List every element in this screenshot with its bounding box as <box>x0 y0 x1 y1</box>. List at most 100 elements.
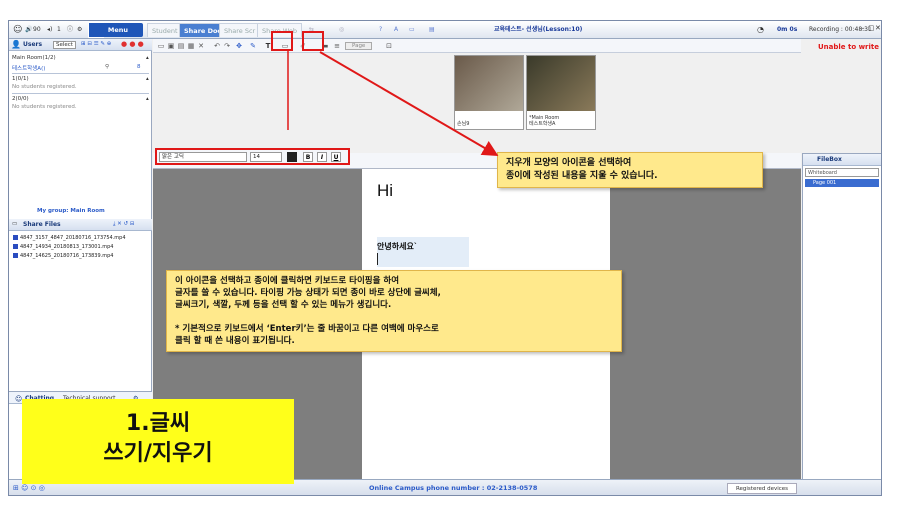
filebox-header: FileBox <box>803 154 881 166</box>
thickness-icon[interactable]: ≡ <box>333 42 341 50</box>
grid-icon[interactable]: ▦ <box>187 42 195 50</box>
undo-icon[interactable]: ↶ <box>213 42 221 50</box>
video-file-icon <box>13 244 18 249</box>
clock-icon: ◔ <box>757 25 764 34</box>
share-files-title: Share Files <box>23 221 61 228</box>
text-tool-callout: 이 아이콘을 선택하고 종이에 클릭하면 키보드로 타이핑을 하여 글자를 쓸 … <box>166 270 622 352</box>
font-size-select[interactable]: 14 <box>250 152 282 162</box>
font-family-select[interactable]: 맑은 고딕 <box>159 152 247 162</box>
font-icon[interactable]: A <box>394 24 398 36</box>
filebox-item[interactable]: Page 001 <box>805 179 879 187</box>
video-file-icon <box>13 235 18 240</box>
window-title: 교육테스트- 선생님(Lesson:10) <box>494 26 583 33</box>
share-file-tools-icon[interactable]: ⤓ ✕ ↺ ⊟ <box>113 221 135 228</box>
users-icon: 👤 <box>11 40 21 49</box>
right-panel: Unable to write FileBox Whiteboard Page … <box>801 39 881 495</box>
app-logo-icon: ☺ <box>13 25 23 35</box>
helpme-icon[interactable]: ▤ <box>429 24 435 36</box>
file-name: 4847_14625_20180716_173839.mp4 <box>20 253 114 259</box>
file-row[interactable]: 4847_3157_4847_20180716_173754.mp4 <box>13 235 126 241</box>
print-icon[interactable]: ▤ <box>177 42 185 50</box>
tab-share-scr[interactable]: Share Scr <box>219 23 261 37</box>
speaker-icon[interactable]: 🔊 <box>25 24 32 36</box>
section-label: 1.글씨 쓰기/지우기 <box>22 399 294 484</box>
speaker-count: 90 <box>33 26 41 33</box>
delete-icon[interactable]: ✕ <box>197 42 205 50</box>
greeting-text: 안녕하세요` <box>377 242 418 251</box>
text-cursor <box>377 253 378 265</box>
chevron-up-icon[interactable]: ▴ <box>146 76 149 82</box>
italic-button[interactable]: I <box>317 152 327 162</box>
title-bar: ☺ 🔊 90 ◂) 1 ⓘ ⚙ Menu Student Share Docs … <box>9 21 881 39</box>
eraser-tool-highlight <box>302 31 324 51</box>
video-file-icon <box>13 253 18 258</box>
mic-count: 1 <box>57 26 61 33</box>
filebox-select[interactable]: Whiteboard <box>805 168 879 177</box>
group-label: My group: Main Room <box>37 208 105 214</box>
share-files-icon: ▭ <box>12 221 18 227</box>
doc-icon[interactable]: ▭ <box>409 24 415 36</box>
settings-icon[interactable]: ⚙ <box>77 24 82 36</box>
user-status-icon: ⚲ <box>105 64 110 70</box>
status-dots-icon[interactable]: ● ● ● <box>121 41 144 48</box>
select-dropdown[interactable]: Select <box>53 41 76 49</box>
room-2-label[interactable]: 2(0/0) <box>12 96 29 102</box>
divider <box>12 93 149 94</box>
minimize-icon[interactable]: – <box>861 24 865 32</box>
divider <box>12 73 149 74</box>
filebox-panel: FileBox Whiteboard Page 001 <box>802 153 881 495</box>
section-label-line1: 1.글씨 <box>125 411 191 436</box>
video-tile[interactable]: *Main Room 테스트학생A <box>526 55 596 130</box>
test-icon[interactable]: ◎ <box>339 24 344 36</box>
registered-devices-button[interactable]: Registered devices <box>727 483 797 494</box>
file-row[interactable]: 4847_14625_20180716_173839.mp4 <box>13 253 113 259</box>
phone-number: Online Campus phone number : 02-2138-057… <box>369 484 538 492</box>
hi-text: Hi <box>377 181 394 200</box>
move-icon[interactable]: ✥ <box>235 42 243 50</box>
tab-student[interactable]: Student <box>147 23 183 37</box>
session-timer: 0m 0s <box>777 26 798 33</box>
redo-icon[interactable]: ↷ <box>223 42 231 50</box>
current-user-value: 8 <box>137 64 141 70</box>
video-feed <box>455 56 523 111</box>
pen-icon[interactable]: ✎ <box>249 42 257 50</box>
video-feed <box>527 56 595 111</box>
underline-button[interactable]: U <box>331 152 341 162</box>
text-tool-highlight <box>271 31 293 51</box>
users-title: Users <box>23 41 43 48</box>
file-row[interactable]: 4847_14934_20180813_173001.mp4 <box>13 244 113 250</box>
new-doc-icon[interactable]: ▭ <box>157 42 165 50</box>
help-icon[interactable]: ⓘ <box>67 24 73 36</box>
eraser-callout: 지우개 모양의 아이콘을 선택하여 종이에 작성된 내용을 지울 수 있습니다. <box>497 152 763 188</box>
page-selector[interactable]: Page <box>345 42 373 50</box>
close-icon[interactable]: ✕ <box>875 24 881 32</box>
maximize-icon[interactable]: ▢ <box>868 24 875 32</box>
text-color-button[interactable] <box>287 152 297 162</box>
room-2-note: No students registered. <box>12 104 77 110</box>
bold-button[interactable]: B <box>303 152 313 162</box>
question-icon[interactable]: ? <box>379 24 382 36</box>
menu-button[interactable]: Menu <box>93 23 143 37</box>
status-tools-icon[interactable]: ⊞ ☺ ⊙ ◎ <box>13 484 45 492</box>
write-warning: Unable to write <box>818 43 879 51</box>
doc-toolbar: ▭ ▣ ▤ ▦ ✕ ↶ ↷ ✥ ✎ T ▭ ✐ ▬ ≡ Page ⊡ <box>153 39 801 53</box>
room-1-note: No students registered. <box>12 84 77 90</box>
chevron-up-icon[interactable]: ▴ <box>146 96 149 102</box>
filebox-title: FileBox <box>817 156 842 163</box>
section-label-line2: 쓰기/지우기 <box>103 441 213 466</box>
file-name: 4847_14934_20180813_173001.mp4 <box>20 244 114 250</box>
video-label: 손님9 <box>457 121 470 127</box>
current-user[interactable]: 테스트학생A() <box>12 64 45 72</box>
video-area: 손님9 *Main Room 테스트학생A <box>153 53 801 153</box>
file-name: 4847_3157_4847_20180716_173754.mp4 <box>20 235 126 241</box>
mic-icon[interactable]: ◂) <box>47 24 52 36</box>
video-tile[interactable]: 손님9 <box>454 55 524 130</box>
save-icon[interactable]: ▣ <box>167 42 175 50</box>
format-bar: 맑은 고딕 14 B I U <box>155 148 350 165</box>
fit-icon[interactable]: ⊡ <box>385 42 393 50</box>
chevron-up-icon[interactable]: ▴ <box>146 55 149 61</box>
video-label: *Main Room 테스트학생A <box>529 115 560 127</box>
main-room-label[interactable]: Main Room(1/2) <box>12 55 56 61</box>
room-1-label[interactable]: 1(0/1) <box>12 76 29 82</box>
user-tools-icon[interactable]: ⊞ ⊟ ☰ ✎ ⊕ <box>81 41 111 47</box>
